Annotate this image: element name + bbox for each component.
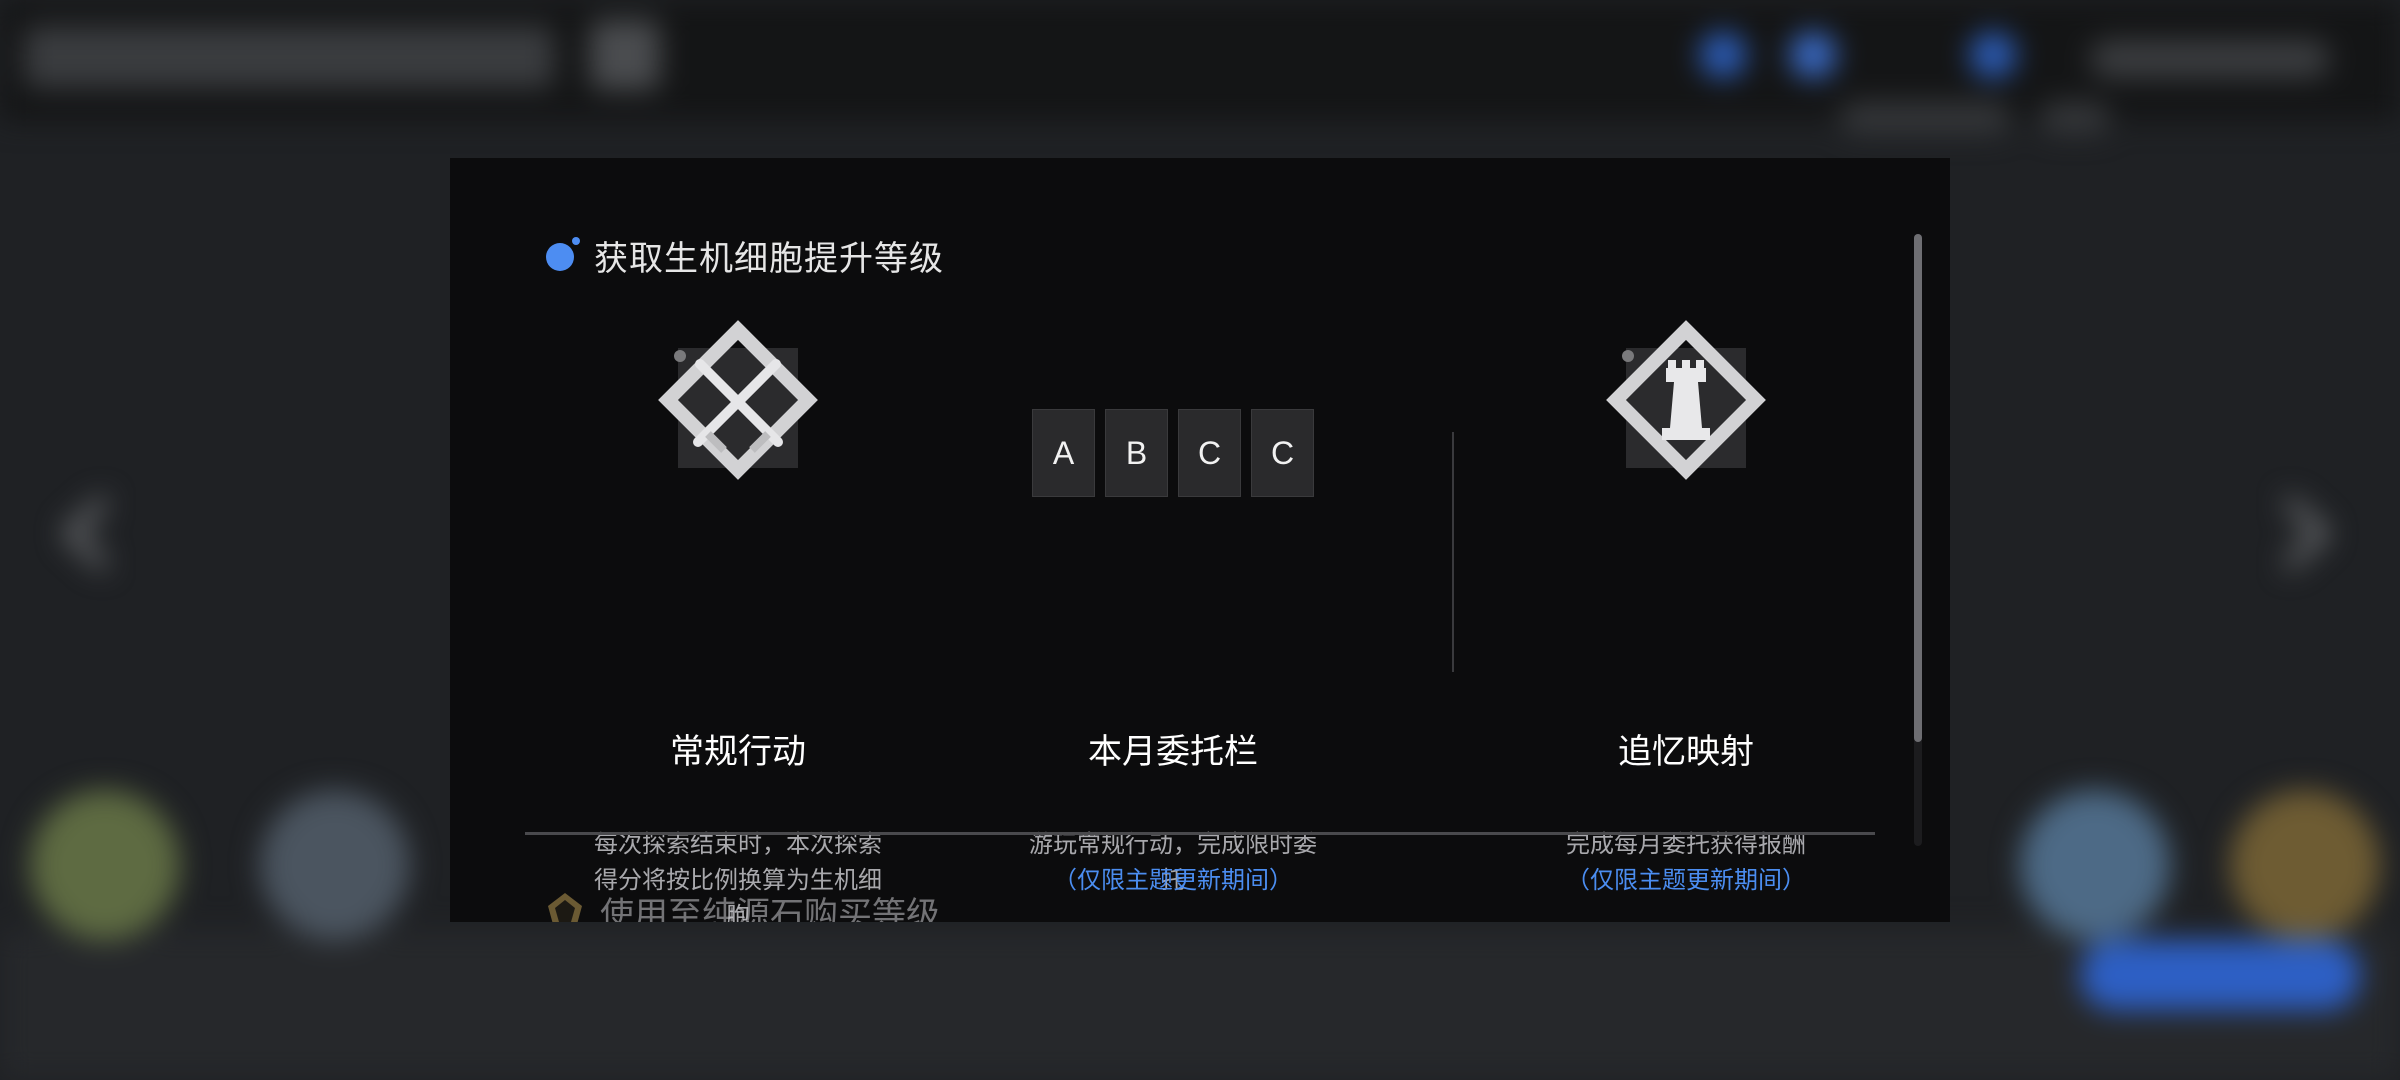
background-currency-icon xyxy=(1700,32,1746,78)
background-left-arrow-icon: ‹ xyxy=(50,420,122,629)
background-sub-pill xyxy=(2040,102,2110,132)
section-title: 获取生机细胞提升等级 xyxy=(594,238,944,279)
section-divider xyxy=(525,832,1875,835)
background-right-arrow-icon: › xyxy=(2270,420,2342,629)
grade-tiles: A B C C xyxy=(1003,409,1343,497)
background-resource-pill xyxy=(2090,40,2330,78)
source-name: 追忆映射 xyxy=(1618,732,1754,772)
grade-tile: C xyxy=(1251,409,1314,497)
grade-tile: B xyxy=(1105,409,1168,497)
source-time-limit-note: （仅限主题更新期间） xyxy=(1566,866,1806,894)
background-gem-icon xyxy=(1970,32,2016,78)
originium-stone-icon xyxy=(548,893,582,922)
background-sub-pill xyxy=(1840,102,2010,132)
background-character-avatar xyxy=(30,790,180,940)
crossed-swords-emblem-icon xyxy=(638,308,838,508)
blue-dot-icon xyxy=(544,237,580,273)
source-time-limit-note: （仅限主题更新期间） xyxy=(1053,866,1293,894)
scrollbar-thumb[interactable] xyxy=(1914,234,1922,742)
source-name: 本月委托栏 xyxy=(1088,732,1258,772)
grade-tile: C xyxy=(1178,409,1241,497)
background-bottom-row xyxy=(0,930,2400,1080)
background-character-avatar xyxy=(260,790,410,940)
next-section-title: 使用至纯源石购买等级 xyxy=(600,894,940,923)
background-character-avatar xyxy=(2020,790,2170,940)
background-character-avatar xyxy=(2230,790,2380,940)
next-section-header: 使用至纯源石购买等级 xyxy=(544,888,940,922)
section-header: 获取生机细胞提升等级 xyxy=(544,232,944,279)
background-blue-button xyxy=(2080,940,2360,1010)
background-search-bar xyxy=(24,26,554,88)
background-search-button xyxy=(590,20,660,90)
level-up-info-modal: 获取生机细胞提升等级 常规行动 每次探索结束时，本次探索得分将按比例换算为生机细… xyxy=(450,158,1950,922)
background-stamina-icon xyxy=(1790,32,1836,78)
rook-tower-emblem-icon xyxy=(1586,308,1786,508)
column-divider xyxy=(1452,432,1454,672)
source-name: 常规行动 xyxy=(670,732,806,772)
grade-tile: A xyxy=(1032,409,1095,497)
